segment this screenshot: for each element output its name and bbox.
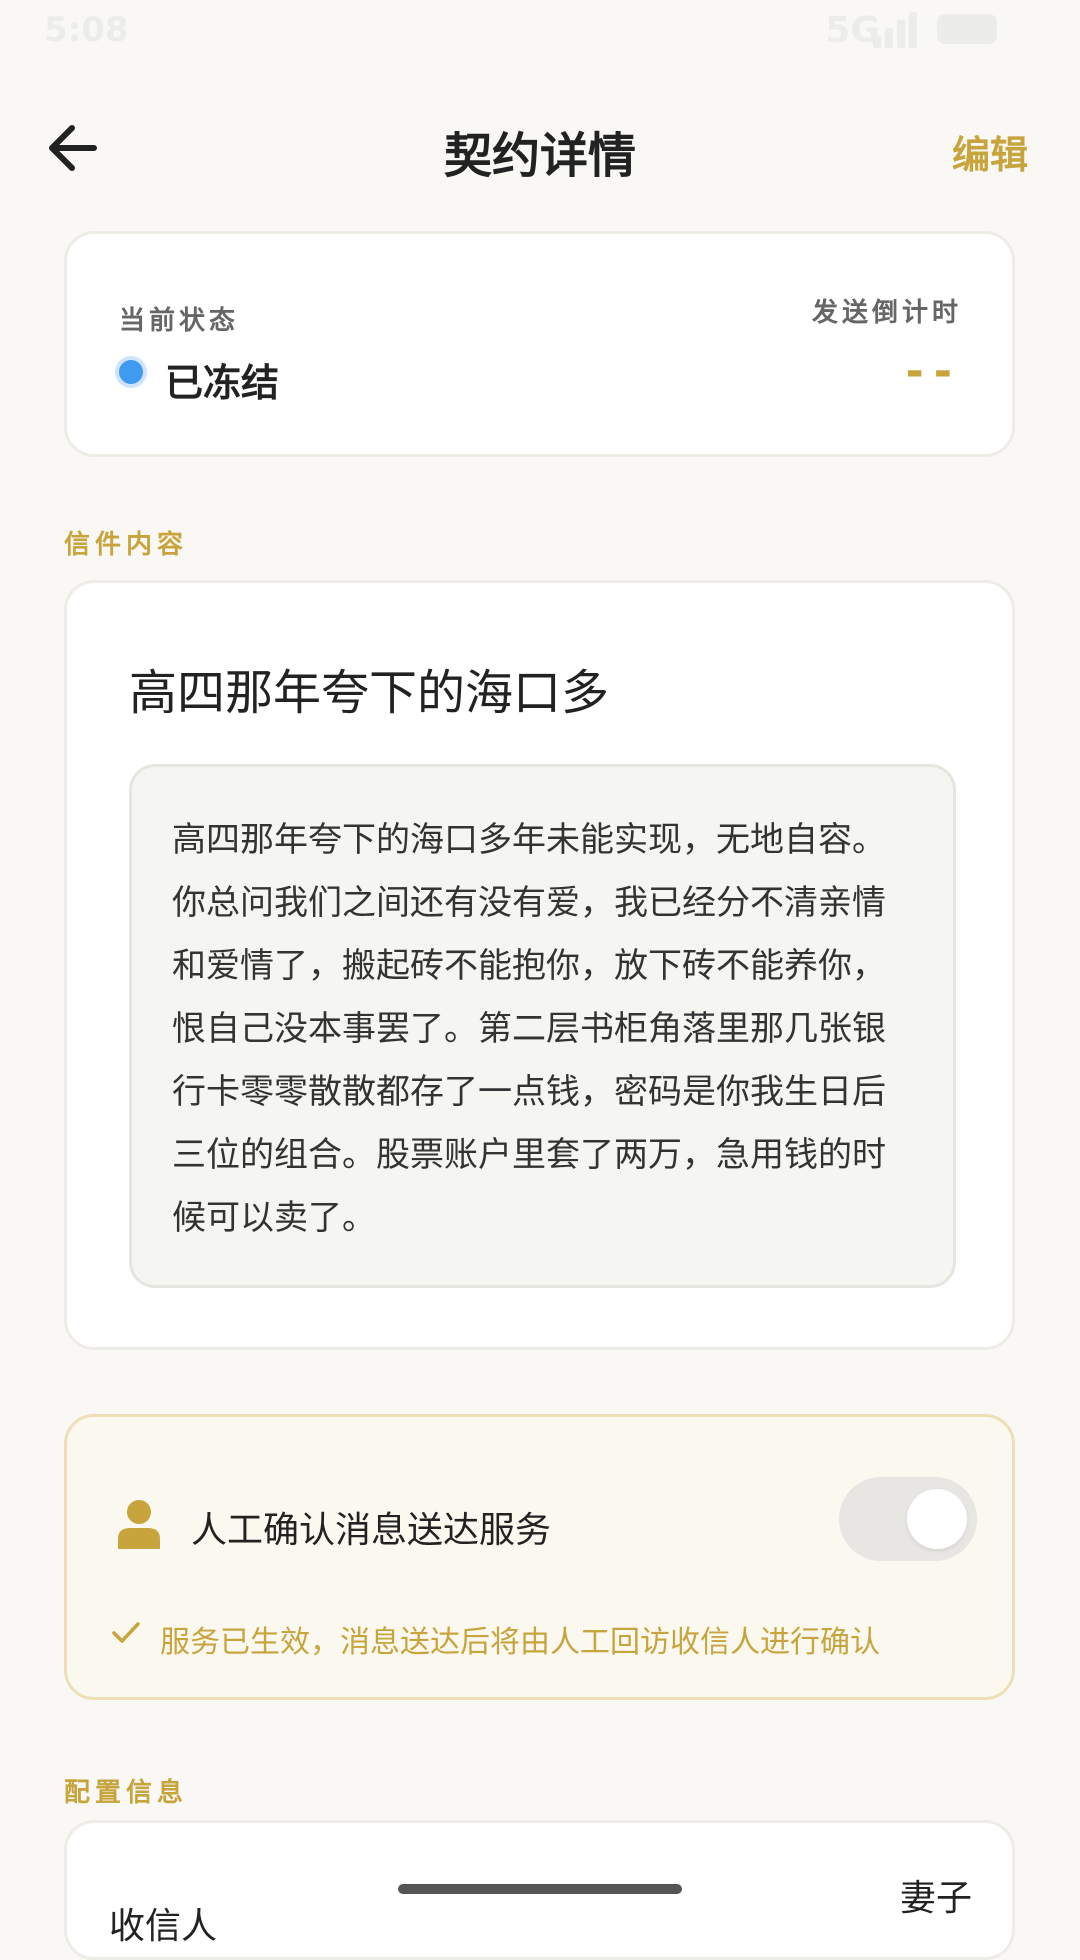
service-toggle[interactable] xyxy=(839,1477,977,1561)
letter-body: 高四那年夸下的海口多年未能实现，无地自容。你总问我们之间还有没有爱，我已经分不清… xyxy=(172,820,886,1238)
status-time: 5:08 xyxy=(44,10,129,50)
recipient-label: 收信人 xyxy=(109,1906,218,1947)
service-card: 人工确认消息送达服务 服务已生效，消息送达后将由人工回访收信人进行确认 xyxy=(64,1414,1015,1700)
config-section-label: 配置信息 xyxy=(64,1778,189,1808)
status-bar: 5:08 5G xyxy=(0,0,1080,60)
toggle-knob xyxy=(907,1489,967,1549)
page-title: 契约详情 xyxy=(443,128,636,184)
edit-button[interactable]: 编辑 xyxy=(952,124,1028,179)
letter-section-label: 信件内容 xyxy=(64,530,189,560)
countdown-value: -- xyxy=(905,346,962,397)
nav-bar: 契约详情 编辑 xyxy=(0,100,1080,196)
network-type: 5G xyxy=(825,10,880,51)
status-card: 当前状态 已冻结 发送倒计时 -- xyxy=(64,231,1015,457)
battery-icon xyxy=(937,14,997,44)
letter-body-box: 高四那年夸下的海口多年未能实现，无地自容。你总问我们之间还有没有爱，我已经分不清… xyxy=(129,764,956,1288)
letter-card: 高四那年夸下的海口多 高四那年夸下的海口多年未能实现，无地自容。你总问我们之间还… xyxy=(64,580,1015,1350)
status-dot-icon xyxy=(119,360,143,384)
status-value: 已冻结 xyxy=(165,361,280,405)
service-title: 人工确认消息送达服务 xyxy=(191,1510,552,1551)
check-icon xyxy=(112,1622,140,1643)
person-icon xyxy=(118,1500,160,1549)
service-note: 服务已生效，消息送达后将由人工回访收信人进行确认 xyxy=(160,1625,880,1660)
letter-title: 高四那年夸下的海口多 xyxy=(129,665,610,721)
status-label: 当前状态 xyxy=(119,306,240,336)
home-indicator[interactable] xyxy=(398,1884,682,1894)
recipient-value: 妻子 xyxy=(899,1878,972,1919)
signal-icon xyxy=(873,12,923,48)
countdown-label: 发送倒计时 xyxy=(811,298,962,328)
